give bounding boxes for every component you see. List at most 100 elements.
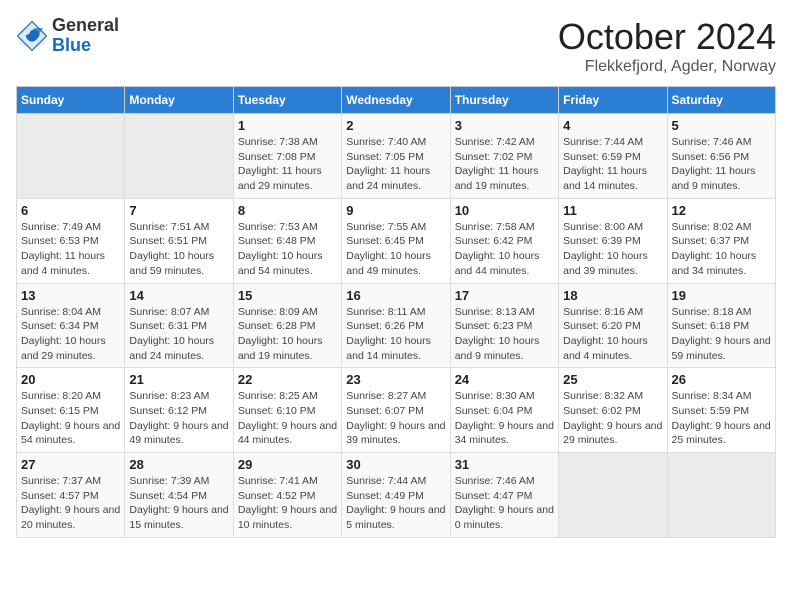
calendar-cell: 24 Sunrise: 8:30 AMSunset: 6:04 PMDayligh… xyxy=(450,368,558,453)
calendar-cell: 26 Sunrise: 8:34 AMSunset: 5:59 PMDayligh… xyxy=(667,368,775,453)
day-info: Sunrise: 8:32 AMSunset: 6:02 PMDaylight:… xyxy=(563,389,662,448)
logo: General Blue xyxy=(16,16,119,56)
calendar-cell xyxy=(667,453,775,538)
calendar-cell: 21 Sunrise: 8:23 AMSunset: 6:12 PMDayligh… xyxy=(125,368,233,453)
week-row-1: 1Sunrise: 7:38 AMSunset: 7:08 PMDaylight… xyxy=(17,114,776,199)
calendar-cell: 2 Sunrise: 7:40 AMSunset: 7:05 PMDaylight… xyxy=(342,114,450,199)
day-info: Sunrise: 7:55 AMSunset: 6:45 PMDaylight:… xyxy=(346,220,445,279)
day-info: Sunrise: 7:37 AMSunset: 4:57 PMDaylight:… xyxy=(21,474,120,533)
day-number: 25 xyxy=(563,372,662,387)
calendar-cell: 27 Sunrise: 7:37 AMSunset: 4:57 PMDayligh… xyxy=(17,453,125,538)
day-info: Sunrise: 7:42 AMSunset: 7:02 PMDaylight:… xyxy=(455,135,554,194)
week-row-5: 27 Sunrise: 7:37 AMSunset: 4:57 PMDayligh… xyxy=(17,453,776,538)
calendar-cell: 9 Sunrise: 7:55 AMSunset: 6:45 PMDaylight… xyxy=(342,198,450,283)
calendar-cell: 30Sunrise: 7:44 AMSunset: 4:49 PMDayligh… xyxy=(342,453,450,538)
day-number: 9 xyxy=(346,203,445,218)
day-number: 7 xyxy=(129,203,228,218)
logo-icon xyxy=(16,20,48,52)
day-info: Sunrise: 8:00 AMSunset: 6:39 PMDaylight:… xyxy=(563,220,662,279)
day-info: Sunrise: 8:09 AMSunset: 6:28 PMDaylight:… xyxy=(238,305,337,364)
day-number: 8 xyxy=(238,203,337,218)
calendar-cell: 19 Sunrise: 8:18 AMSunset: 6:18 PMDayligh… xyxy=(667,283,775,368)
day-number: 2 xyxy=(346,118,445,133)
day-info: Sunrise: 7:51 AMSunset: 6:51 PMDaylight:… xyxy=(129,220,228,279)
day-info: Sunrise: 8:30 AMSunset: 6:04 PMDaylight:… xyxy=(455,389,554,448)
day-number: 20 xyxy=(21,372,120,387)
day-info: Sunrise: 7:40 AMSunset: 7:05 PMDaylight:… xyxy=(346,135,445,194)
week-row-2: 6Sunrise: 7:49 AMSunset: 6:53 PMDaylight… xyxy=(17,198,776,283)
day-info: Sunrise: 8:18 AMSunset: 6:18 PMDaylight:… xyxy=(672,305,771,364)
day-info: Sunrise: 7:44 AMSunset: 6:59 PMDaylight:… xyxy=(563,135,662,194)
calendar-cell xyxy=(125,114,233,199)
calendar-cell: 25 Sunrise: 8:32 AMSunset: 6:02 PMDayligh… xyxy=(559,368,667,453)
day-info: Sunrise: 8:04 AMSunset: 6:34 PMDaylight:… xyxy=(21,305,120,364)
day-info: Sunrise: 8:34 AMSunset: 5:59 PMDaylight:… xyxy=(672,389,771,448)
calendar-cell: 13 Sunrise: 8:04 AMSunset: 6:34 PMDayligh… xyxy=(17,283,125,368)
day-header-monday: Monday xyxy=(125,87,233,114)
calendar-cell: 28Sunrise: 7:39 AMSunset: 4:54 PMDayligh… xyxy=(125,453,233,538)
calendar-cell: 1Sunrise: 7:38 AMSunset: 7:08 PMDaylight… xyxy=(233,114,341,199)
day-info: Sunrise: 8:07 AMSunset: 6:31 PMDaylight:… xyxy=(129,305,228,364)
day-number: 16 xyxy=(346,288,445,303)
day-number: 24 xyxy=(455,372,554,387)
day-info: Sunrise: 8:13 AMSunset: 6:23 PMDaylight:… xyxy=(455,305,554,364)
day-number: 11 xyxy=(563,203,662,218)
calendar-cell: 23 Sunrise: 8:27 AMSunset: 6:07 PMDayligh… xyxy=(342,368,450,453)
day-info: Sunrise: 8:20 AMSunset: 6:15 PMDaylight:… xyxy=(21,389,120,448)
week-row-4: 20 Sunrise: 8:20 AMSunset: 6:15 PMDayligh… xyxy=(17,368,776,453)
day-info: Sunrise: 8:27 AMSunset: 6:07 PMDaylight:… xyxy=(346,389,445,448)
calendar-header: SundayMondayTuesdayWednesdayThursdayFrid… xyxy=(17,87,776,114)
logo-text: General Blue xyxy=(52,16,119,56)
day-info: Sunrise: 8:25 AMSunset: 6:10 PMDaylight:… xyxy=(238,389,337,448)
day-number: 18 xyxy=(563,288,662,303)
day-number: 23 xyxy=(346,372,445,387)
logo-blue-text: Blue xyxy=(52,36,119,56)
day-info: Sunrise: 7:58 AMSunset: 6:42 PMDaylight:… xyxy=(455,220,554,279)
calendar-cell: 29Sunrise: 7:41 AMSunset: 4:52 PMDayligh… xyxy=(233,453,341,538)
day-number: 1 xyxy=(238,118,337,133)
location: Flekkefjord, Agder, Norway xyxy=(558,58,776,76)
calendar-cell: 4 Sunrise: 7:44 AMSunset: 6:59 PMDaylight… xyxy=(559,114,667,199)
calendar-cell xyxy=(559,453,667,538)
calendar-cell: 31Sunrise: 7:46 AMSunset: 4:47 PMDayligh… xyxy=(450,453,558,538)
calendar-cell: 12Sunrise: 8:02 AMSunset: 6:37 PMDayligh… xyxy=(667,198,775,283)
calendar-cell: 16 Sunrise: 8:11 AMSunset: 6:26 PMDayligh… xyxy=(342,283,450,368)
day-number: 22 xyxy=(238,372,337,387)
calendar-cell: 22 Sunrise: 8:25 AMSunset: 6:10 PMDayligh… xyxy=(233,368,341,453)
day-header-tuesday: Tuesday xyxy=(233,87,341,114)
day-info: Sunrise: 7:44 AMSunset: 4:49 PMDaylight:… xyxy=(346,474,445,533)
calendar-table: SundayMondayTuesdayWednesdayThursdayFrid… xyxy=(16,86,776,538)
day-number: 4 xyxy=(563,118,662,133)
calendar-cell: 10Sunrise: 7:58 AMSunset: 6:42 PMDayligh… xyxy=(450,198,558,283)
day-number: 19 xyxy=(672,288,771,303)
month-title: October 2024 xyxy=(558,16,776,58)
day-header-thursday: Thursday xyxy=(450,87,558,114)
day-info: Sunrise: 8:02 AMSunset: 6:37 PMDaylight:… xyxy=(672,220,771,279)
day-info: Sunrise: 7:39 AMSunset: 4:54 PMDaylight:… xyxy=(129,474,228,533)
day-info: Sunrise: 7:49 AMSunset: 6:53 PMDaylight:… xyxy=(21,220,120,279)
day-info: Sunrise: 7:53 AMSunset: 6:48 PMDaylight:… xyxy=(238,220,337,279)
calendar-cell: 7 Sunrise: 7:51 AMSunset: 6:51 PMDaylight… xyxy=(125,198,233,283)
day-info: Sunrise: 7:46 AMSunset: 4:47 PMDaylight:… xyxy=(455,474,554,533)
day-number: 17 xyxy=(455,288,554,303)
calendar-cell: 17 Sunrise: 8:13 AMSunset: 6:23 PMDayligh… xyxy=(450,283,558,368)
calendar-cell: 15 Sunrise: 8:09 AMSunset: 6:28 PMDayligh… xyxy=(233,283,341,368)
day-number: 13 xyxy=(21,288,120,303)
calendar-cell: 6Sunrise: 7:49 AMSunset: 6:53 PMDaylight… xyxy=(17,198,125,283)
day-info: Sunrise: 8:23 AMSunset: 6:12 PMDaylight:… xyxy=(129,389,228,448)
day-number: 21 xyxy=(129,372,228,387)
day-header-saturday: Saturday xyxy=(667,87,775,114)
calendar-cell: 5Sunrise: 7:46 AMSunset: 6:56 PMDaylight… xyxy=(667,114,775,199)
day-number: 27 xyxy=(21,457,120,472)
day-header-row: SundayMondayTuesdayWednesdayThursdayFrid… xyxy=(17,87,776,114)
week-row-3: 13 Sunrise: 8:04 AMSunset: 6:34 PMDayligh… xyxy=(17,283,776,368)
calendar-cell: 3Sunrise: 7:42 AMSunset: 7:02 PMDaylight… xyxy=(450,114,558,199)
calendar-cell: 18 Sunrise: 8:16 AMSunset: 6:20 PMDayligh… xyxy=(559,283,667,368)
day-info: Sunrise: 8:16 AMSunset: 6:20 PMDaylight:… xyxy=(563,305,662,364)
day-number: 15 xyxy=(238,288,337,303)
title-block: October 2024 Flekkefjord, Agder, Norway xyxy=(558,16,776,76)
calendar-cell: 20 Sunrise: 8:20 AMSunset: 6:15 PMDayligh… xyxy=(17,368,125,453)
calendar-cell: 14Sunrise: 8:07 AMSunset: 6:31 PMDayligh… xyxy=(125,283,233,368)
day-number: 26 xyxy=(672,372,771,387)
day-info: Sunrise: 8:11 AMSunset: 6:26 PMDaylight:… xyxy=(346,305,445,364)
